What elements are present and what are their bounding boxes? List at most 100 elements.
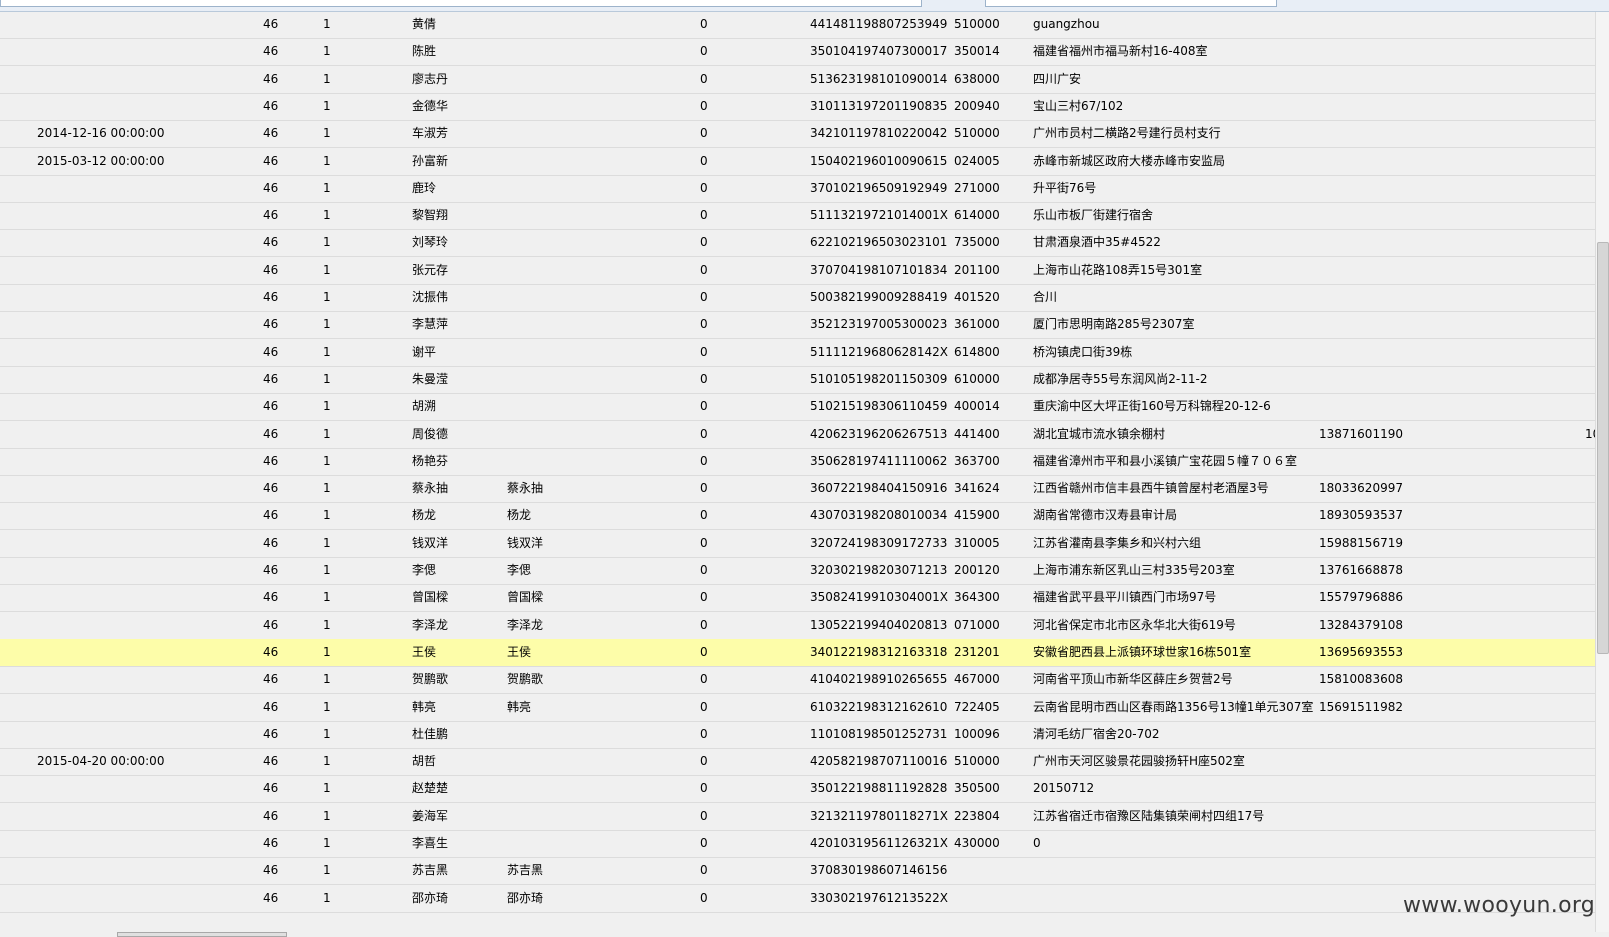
date-cell: 2014-12-16 00:00:00: [37, 126, 165, 141]
table-row[interactable]: 46 1 蔡永抽 蔡永抽 0 360722198404150916 341624 江西省赣州市…: [0, 475, 1595, 504]
id-number-cell: 510105198201150309: [810, 371, 948, 386]
phone-cell: [1319, 366, 1429, 393]
id-number-cell: 420623196206267513: [810, 426, 948, 441]
table-row[interactable]: 2015-04-20 00:00:00 46 1 胡哲 0 420582198707110…: [0, 748, 1595, 777]
alt-name-cell: [507, 148, 587, 175]
phone-cell: [1319, 830, 1429, 857]
table-row[interactable]: 46 1 张元存 0 370704198107101834 201100 上海市山花路108…: [0, 257, 1595, 285]
alt-name-cell: [507, 120, 587, 147]
table-row[interactable]: 46 1 廖志丹 0 513623198101090014 638000 四川广安: [0, 66, 1595, 94]
table-row[interactable]: 46 1 李泽龙 李泽龙 0 130522199404020813 071000 河北省保定市…: [0, 612, 1595, 640]
address-cell: 河北省保定市北市区永华北大街619号: [1033, 617, 1236, 632]
table-row[interactable]: 2015-03-12 00:00:00 46 1 孙富新 0 15040219601009…: [0, 148, 1595, 176]
horizontal-scrollbar-thumb[interactable]: [117, 932, 287, 937]
phone-cell: [1319, 748, 1429, 775]
name-cell: 贺鹏歌: [412, 672, 449, 687]
alt-name-cell: 曾国樑: [507, 590, 544, 605]
table-row[interactable]: 46 1 周俊德 0 420623196206267513 441400 湖北宜城市流水镇余…: [0, 421, 1595, 449]
postcode-cell: 100096: [954, 726, 1000, 741]
col-46-cell: 46: [263, 262, 279, 277]
name-cell: 杨艳芬: [412, 453, 449, 468]
postcode-cell: 401520: [954, 290, 1000, 304]
date-cell: [37, 12, 237, 38]
name-cell: 谢平: [412, 344, 437, 359]
postcode-cell: 415900: [954, 508, 1000, 523]
alt-name-cell: [507, 229, 587, 256]
id-number-cell: 35082419910304001X: [810, 590, 949, 605]
phone-cell: 15691511982: [1319, 699, 1403, 714]
top-search-field[interactable]: [0, 0, 922, 7]
table-row[interactable]: 46 1 曾国樑 曾国樑 0 35082419910304001X 364300 福建省武平县…: [0, 584, 1595, 613]
vertical-scrollbar[interactable]: [1595, 12, 1609, 932]
col-46-cell: 46: [263, 836, 279, 850]
address-cell: 福建省武平县平川镇西门市场97号: [1033, 590, 1217, 605]
name-cell: 曾国樑: [412, 590, 449, 605]
col-1-cell: 1: [323, 781, 331, 796]
table-row[interactable]: 46 1 李喜生 0 42010319561126321X 430000 0: [0, 830, 1595, 858]
table-row[interactable]: 46 1 韩亮 韩亮 0 610322198312162610 722405 云南省昆明市西山…: [0, 694, 1595, 722]
phone-cell: [1319, 803, 1429, 830]
alt-name-cell: 王侯: [507, 644, 532, 659]
table-row[interactable]: 2014-12-16 00:00:00 46 1 车淑芳 0 34210119781022…: [0, 120, 1595, 149]
col-0-cell: 0: [700, 126, 708, 141]
phone-cell: [1319, 857, 1429, 884]
vertical-scrollbar-thumb[interactable]: [1597, 242, 1609, 654]
name-cell: 韩亮: [412, 699, 437, 714]
id-number-cell: 350104197407300017: [810, 44, 948, 59]
table-row[interactable]: 46 1 杨龙 杨龙 0 430703198208010034 415900 湖南省常德市汉寿…: [0, 502, 1595, 531]
table-row[interactable]: 46 1 谢平 0 51111219680628142X 614800 桥沟镇虎口街39栋: [0, 339, 1595, 367]
top-filter-field[interactable]: [985, 0, 1277, 7]
extra-cell: [1585, 557, 1595, 584]
date-cell: [37, 502, 237, 529]
name-cell: 鹿玲: [412, 180, 437, 195]
address-cell: 四川广安: [1033, 71, 1082, 86]
col-46-cell: 46: [263, 590, 279, 605]
col-1-cell: 1: [323, 71, 331, 86]
table-row[interactable]: 46 1 邵亦琦 邵亦琦 0 33030219761213522X: [0, 885, 1595, 913]
name-cell: 苏吉黑: [412, 863, 449, 878]
table-row[interactable]: 46 1 刘琴玲 0 622102196503023101 735000 甘肃酒泉酒中35#…: [0, 229, 1595, 258]
address-cell: 江苏省灌南县李集乡和兴村六组: [1033, 535, 1202, 550]
phone-cell: [1319, 66, 1429, 93]
col-46-cell: 46: [263, 699, 279, 714]
col-46-cell: 46: [263, 808, 279, 823]
table-row[interactable]: 46 1 苏吉黑 苏吉黑 0 370830198607146156: [0, 857, 1595, 886]
table-row[interactable]: 46 1 姜海军 0 32132119780118271X 223804 江苏省宿迁市宿豫区…: [0, 803, 1595, 831]
address-cell: 江苏省宿迁市宿豫区陆集镇荣闸村四组17号: [1033, 808, 1265, 823]
col-46-cell: 46: [263, 726, 279, 741]
table-row[interactable]: 46 1 杜佳鹏 0 110108198501252731 100096 清河毛纺厂宿舍20…: [0, 721, 1595, 749]
table-row[interactable]: 46 1 黎智翔 0 51113219721014001X 614000 乐山市板厂街建行宿…: [0, 202, 1595, 231]
col-1-cell: 1: [323, 344, 331, 359]
date-cell: [37, 93, 237, 120]
col-46-cell: 46: [263, 126, 279, 141]
table-row[interactable]: 46 1 朱曼滢 0 510105198201150309 610000 成都净居寺55号东…: [0, 366, 1595, 394]
id-number-cell: 610322198312162610: [810, 699, 948, 714]
col-46-cell: 46: [263, 535, 279, 550]
col-0-cell: 0: [700, 426, 708, 441]
table-row[interactable]: 46 1 黄倩 0 441481198807253949 510000 guangzhou: [0, 12, 1595, 39]
phone-cell: [1319, 339, 1429, 366]
postcode-cell: 310005: [954, 535, 1000, 550]
table-row[interactable]: 46 1 李偲 李偲 0 320302198203071213 200120 上海市浦东新区乳…: [0, 557, 1595, 585]
table-row[interactable]: 46 1 赵楚楚 0 350122198811192828 350500 20150712: [0, 775, 1595, 804]
extra-cell: [1585, 475, 1595, 502]
table-row[interactable]: 46 1 钱双洋 钱双洋 0 320724198309172733 310005 江苏省灌南县…: [0, 530, 1595, 558]
table-row[interactable]: 46 1 胡溯 0 510215198306110459 400014 重庆渝中区大坪正街1…: [0, 393, 1595, 422]
id-number-cell: 342101197810220042: [810, 126, 948, 141]
address-cell: 升平街76号: [1033, 180, 1097, 195]
alt-name-cell: [507, 366, 587, 393]
id-number-cell: 513623198101090014: [810, 71, 948, 86]
table-row[interactable]: 46 1 李慧萍 0 352123197005300023 361000 厦门市思明南路28…: [0, 311, 1595, 340]
table-row-selected[interactable]: 46 1 王侯 王侯 0 340122198312163318 231201 安徽省肥西县上派…: [0, 638, 1595, 667]
table-row[interactable]: 46 1 陈胜 0 350104197407300017 350014 福建省福州市福马新村…: [0, 38, 1595, 67]
table-row[interactable]: 46 1 杨艳芬 0 350628197411110062 363700 福建省漳州市平和县…: [0, 448, 1595, 476]
table-row[interactable]: 46 1 鹿玲 0 370102196509192949 271000 升平街76号: [0, 175, 1595, 203]
table-row[interactable]: 46 1 贺鹏歌 贺鹏歌 0 410402198910265655 467000 河南省平顶山…: [0, 666, 1595, 695]
data-grid: 46 1 黄倩 0 441481198807253949 510000 guangzhou 4…: [0, 12, 1595, 932]
table-row[interactable]: 46 1 金德华 0 310113197201190835 200940 宝山三村67/10…: [0, 93, 1595, 121]
postcode-cell: 510000: [954, 126, 1000, 141]
col-1-cell: 1: [323, 371, 331, 386]
postcode-cell: 341624: [954, 481, 1000, 496]
extra-cell: [1585, 12, 1595, 38]
table-row[interactable]: 46 1 沈振伟 0 500382199009288419 401520 合川: [0, 284, 1595, 312]
